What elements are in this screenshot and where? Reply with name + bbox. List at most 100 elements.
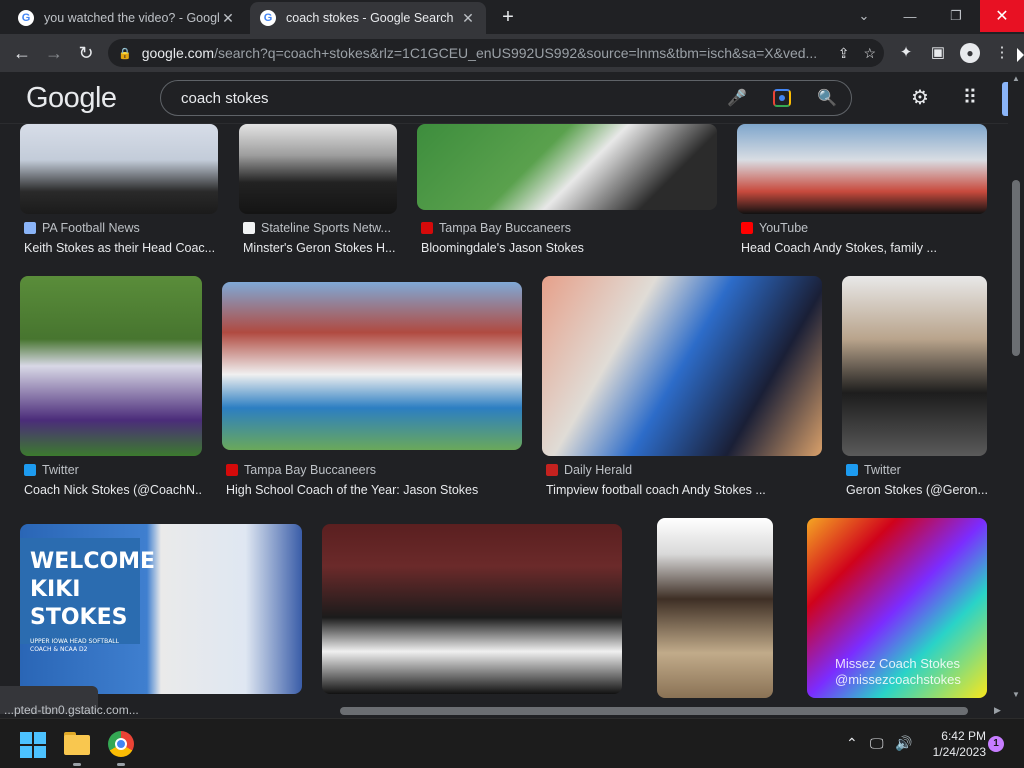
result-caption[interactable]: Keith Stokes as their Head Coac... xyxy=(24,241,218,255)
image-result[interactable]: Missez Coach Stokes @missezcoachstokes xyxy=(807,518,987,698)
result-thumbnail[interactable] xyxy=(239,124,397,214)
image-result[interactable]: Twitter Geron Stokes (@Geron... xyxy=(842,276,987,497)
buccaneers-favicon-icon xyxy=(226,464,238,476)
tab-video[interactable]: G you watched the video? - Google ✕ xyxy=(8,2,246,34)
result-thumbnail[interactable] xyxy=(20,124,218,214)
result-source: Tampa Bay Buccaneers xyxy=(439,221,572,235)
result-thumbnail[interactable] xyxy=(322,524,622,694)
result-thumbnail[interactable] xyxy=(417,124,717,210)
result-caption[interactable]: Coach Nick Stokes (@CoachN... xyxy=(24,483,202,497)
taskbar: ⌃ 🖵 🔊 6:42 PM 1/24/2023 1 xyxy=(0,718,1024,768)
back-arrow-icon[interactable]: ← xyxy=(10,41,34,65)
windows-start-icon[interactable] xyxy=(20,732,46,758)
image-result[interactable]: Tampa Bay Buccaneers Bloomingdale's Jaso… xyxy=(417,124,717,255)
google-header: Google coach stokes 🎤 🔍 ⚙ ⠿ xyxy=(0,72,1024,124)
close-window-button[interactable]: ✕ xyxy=(980,0,1024,32)
share-icon[interactable]: ⇪ xyxy=(838,45,850,62)
result-source: PA Football News xyxy=(42,221,140,235)
image-results: PA Football News Keith Stokes as their H… xyxy=(0,124,1008,704)
forward-arrow-icon[interactable]: → xyxy=(42,41,66,65)
welcome-line: WELCOME xyxy=(30,549,156,574)
menu-icon[interactable]: ⋮ xyxy=(992,43,1012,63)
lock-icon[interactable]: 🔒 xyxy=(118,47,132,60)
browser-toolbar: ← → ↻ 🔒 google.com/search?q=coach+stokes… xyxy=(0,34,1024,72)
vertical-scrollbar[interactable]: ▲ ▼ xyxy=(1008,72,1024,704)
tab-coach-stokes[interactable]: G coach stokes - Google Search ✕ xyxy=(250,2,486,34)
address-bar[interactable]: 🔒 google.com/search?q=coach+stokes&rlz=1… xyxy=(108,39,884,67)
url-path: /search?q=coach+stokes&rlz=1C1GCEU_enUS9… xyxy=(214,45,818,61)
google-favicon-icon: G xyxy=(18,10,34,26)
image-result[interactable] xyxy=(657,518,773,698)
scroll-right-icon[interactable]: ▶ xyxy=(994,705,1001,716)
result-caption[interactable]: Geron Stokes (@Geron... xyxy=(846,483,987,497)
result-thumbnail[interactable] xyxy=(842,276,987,456)
watermark-handle: @missezcoachstokes xyxy=(835,672,961,687)
tab-search-icon[interactable]: ⌄ xyxy=(842,0,886,32)
side-panel-icon[interactable]: ▣ xyxy=(928,43,948,63)
result-thumbnail[interactable]: WELCOME KIKI STOKES UPPER IOWA HEAD SOFT… xyxy=(20,524,302,694)
daily-herald-favicon-icon xyxy=(546,464,558,476)
apps-grid-icon[interactable]: ⠿ xyxy=(958,86,982,110)
image-result[interactable]: Twitter Coach Nick Stokes (@CoachN... xyxy=(20,276,202,497)
image-result[interactable]: Stateline Sports Netw... Minster's Geron… xyxy=(239,124,397,255)
image-result[interactable]: PA Football News Keith Stokes as their H… xyxy=(20,124,218,255)
image-result[interactable]: Tampa Bay Buccaneers High School Coach o… xyxy=(222,282,522,497)
image-result[interactable]: Daily Herald Timpview football coach And… xyxy=(542,276,822,497)
result-caption[interactable]: Head Coach Andy Stokes, family ... xyxy=(741,241,987,255)
show-hidden-icons-icon[interactable]: ⌃ xyxy=(846,735,858,752)
file-explorer-icon[interactable] xyxy=(62,729,92,759)
status-url: ...pted-tbn0.gstatic.com... xyxy=(4,703,139,717)
google-logo[interactable]: Google xyxy=(26,82,117,115)
close-tab-icon[interactable]: ✕ xyxy=(220,10,236,27)
result-source: YouTube xyxy=(759,221,809,235)
result-thumbnail[interactable] xyxy=(222,282,522,450)
extensions-icon[interactable]: ✦ xyxy=(896,43,916,63)
search-icon[interactable]: 🔍 xyxy=(817,88,837,108)
volume-icon[interactable]: 🔊 xyxy=(895,735,912,752)
result-source: Twitter xyxy=(864,463,901,477)
scroll-down-icon[interactable]: ▼ xyxy=(1011,690,1021,699)
search-query: coach stokes xyxy=(181,89,269,107)
result-thumbnail[interactable] xyxy=(542,276,822,456)
notification-badge[interactable]: 1 xyxy=(988,736,1004,752)
result-source: Twitter xyxy=(42,463,79,477)
twitter-favicon-icon xyxy=(24,464,36,476)
bookmark-star-icon[interactable]: ☆ xyxy=(863,45,876,62)
result-thumbnail[interactable]: Missez Coach Stokes @missezcoachstokes xyxy=(807,518,987,698)
chrome-icon[interactable] xyxy=(106,729,136,759)
result-thumbnail[interactable] xyxy=(737,124,987,214)
result-thumbnail[interactable] xyxy=(657,518,773,698)
result-caption[interactable]: High School Coach of the Year: Jason Sto… xyxy=(226,483,522,497)
welcome-banner: WELCOME KIKI STOKES UPPER IOWA HEAD SOFT… xyxy=(20,538,156,653)
image-result[interactable] xyxy=(322,524,622,694)
twitter-favicon-icon xyxy=(846,464,858,476)
result-caption[interactable]: Timpview football coach Andy Stokes ... xyxy=(546,483,822,497)
scroll-up-icon[interactable]: ▲ xyxy=(1011,74,1021,83)
voice-search-icon[interactable]: 🎤 xyxy=(727,88,747,108)
result-source: Tampa Bay Buccaneers xyxy=(244,463,377,477)
close-tab-icon[interactable]: ✕ xyxy=(460,10,476,27)
image-result[interactable]: YouTube Head Coach Andy Stokes, family .… xyxy=(737,124,987,255)
network-icon[interactable]: 🖵 xyxy=(870,735,884,752)
minimize-button[interactable]: — xyxy=(888,0,932,32)
restore-button[interactable]: ❐ xyxy=(934,0,978,32)
system-clock[interactable]: 6:42 PM 1/24/2023 xyxy=(920,728,986,760)
scrollbar-thumb[interactable] xyxy=(340,707,968,715)
search-input[interactable]: coach stokes 🎤 🔍 xyxy=(160,80,852,116)
reload-icon[interactable]: ↻ xyxy=(74,41,98,65)
watermark-line: Missez Coach Stokes xyxy=(835,656,960,671)
scrollbar-thumb[interactable] xyxy=(1012,180,1020,356)
horizontal-scrollbar[interactable]: ▶ xyxy=(0,704,1008,718)
buccaneers-favicon-icon xyxy=(421,222,433,234)
result-caption[interactable]: Minster's Geron Stokes H... xyxy=(243,241,397,255)
tab-title: you watched the video? - Google xyxy=(44,11,220,25)
new-tab-button[interactable]: + xyxy=(496,6,520,30)
google-lens-icon[interactable] xyxy=(773,89,792,107)
profile-icon[interactable]: ● xyxy=(960,43,980,63)
result-caption[interactable]: Bloomingdale's Jason Stokes xyxy=(421,241,717,255)
settings-gear-icon[interactable]: ⚙ xyxy=(908,86,932,110)
clock-date: 1/24/2023 xyxy=(932,745,986,759)
result-thumbnail[interactable] xyxy=(20,276,202,456)
image-result[interactable]: WELCOME KIKI STOKES UPPER IOWA HEAD SOFT… xyxy=(20,524,302,694)
result-source: Daily Herald xyxy=(564,463,633,477)
